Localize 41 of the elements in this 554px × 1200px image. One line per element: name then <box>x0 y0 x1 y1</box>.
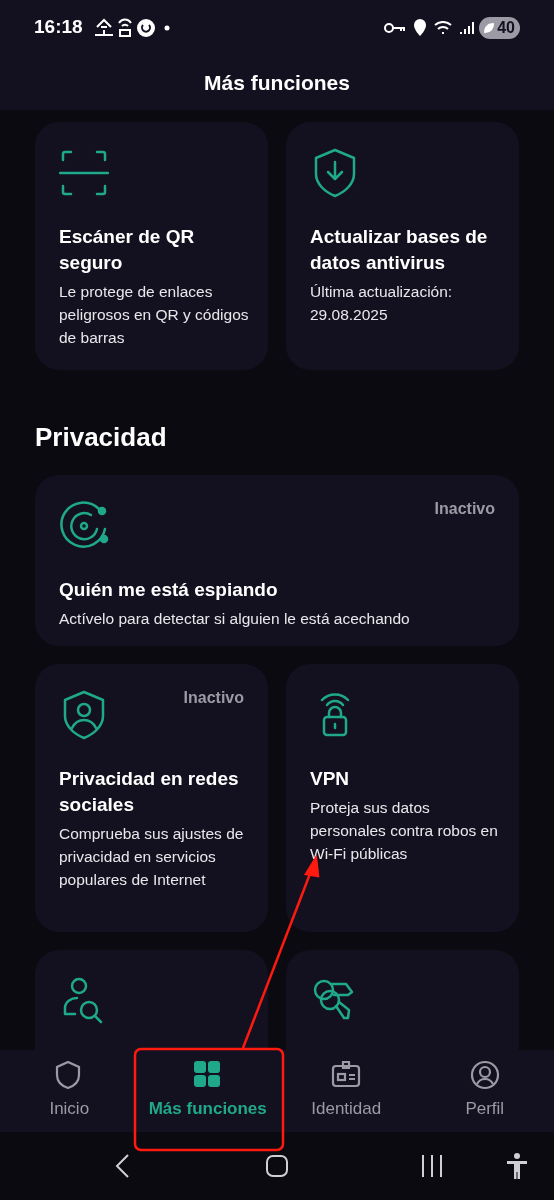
card-title: Quién me está espiando <box>59 578 279 602</box>
nav-tab[interactable]: Más funciones <box>138 1050 277 1132</box>
card-title: Escáner de QR seguro <box>59 225 196 275</box>
status-time: 16:18 <box>34 15 83 40</box>
recents-icon[interactable] <box>421 1154 443 1178</box>
card-description: Actívelo para detectar si alguien le está acechando <box>59 609 411 629</box>
back-icon[interactable] <box>114 1153 130 1179</box>
card-title: Actualizar bases de datos antivirus <box>310 225 489 275</box>
wifi-icon <box>433 20 454 35</box>
profile-icon <box>469 1060 500 1091</box>
feature-card[interactable]: VPN Proteja sus datos personales contra robos en Wi-Fi públicas <box>286 664 519 932</box>
card-title: Privacidad en redes sociales <box>59 767 240 817</box>
feature-card[interactable]: Inactivo Quién me está espiando Actívelo para detectar si alguien le está acechando <box>35 475 519 646</box>
accessibility-icon[interactable] <box>506 1152 528 1180</box>
dot-icon <box>163 24 170 31</box>
card-description: Última actualización: 29.08.2025 <box>310 282 454 325</box>
qr-scan-icon <box>59 148 109 198</box>
nav-tab[interactable]: Perfil <box>415 1050 554 1132</box>
signal-icon <box>459 19 476 36</box>
home-icon[interactable] <box>265 1154 289 1178</box>
feature-card[interactable]: Actualizar bases de datos antivirus Última actualización: 29.08.2025 <box>286 122 519 370</box>
battery-indicator: 40 <box>479 16 520 39</box>
feature-card[interactable]: Escáner de QR seguro Le protege de enlaces peligrosos en QR y códigos de barras <box>35 122 268 370</box>
status-label: Inactivo <box>434 499 495 519</box>
card-description: Le protege de enlaces peligrosos en QR y códigos de barras <box>59 282 250 348</box>
card-description: Comprueba sus ajustes de privacidad en servicios populares de Internet <box>59 824 245 890</box>
location-icon <box>413 18 428 37</box>
network-icon <box>92 16 115 39</box>
hotspot-icon <box>116 16 133 39</box>
card-description: Proteja sus datos personales contra robos en Wi-Fi públicas <box>310 798 499 864</box>
app-notification-icon <box>136 18 155 37</box>
nav-tab[interactable]: Identidad <box>277 1050 416 1132</box>
leaf-icon <box>482 20 497 35</box>
section-heading: Privacidad <box>35 421 168 454</box>
key-icon <box>383 22 408 33</box>
status-label: Inactivo <box>183 688 244 708</box>
nav-tab[interactable]: Inicio <box>0 1050 139 1132</box>
feature-card[interactable]: Inactivo Privacidad en redes sociales Comprueba sus ajustes de privacidad en servicios populares de Internet <box>35 664 268 932</box>
page-title: Más funciones <box>204 69 350 96</box>
radar-icon <box>59 501 109 551</box>
card-title: VPN <box>310 767 351 791</box>
